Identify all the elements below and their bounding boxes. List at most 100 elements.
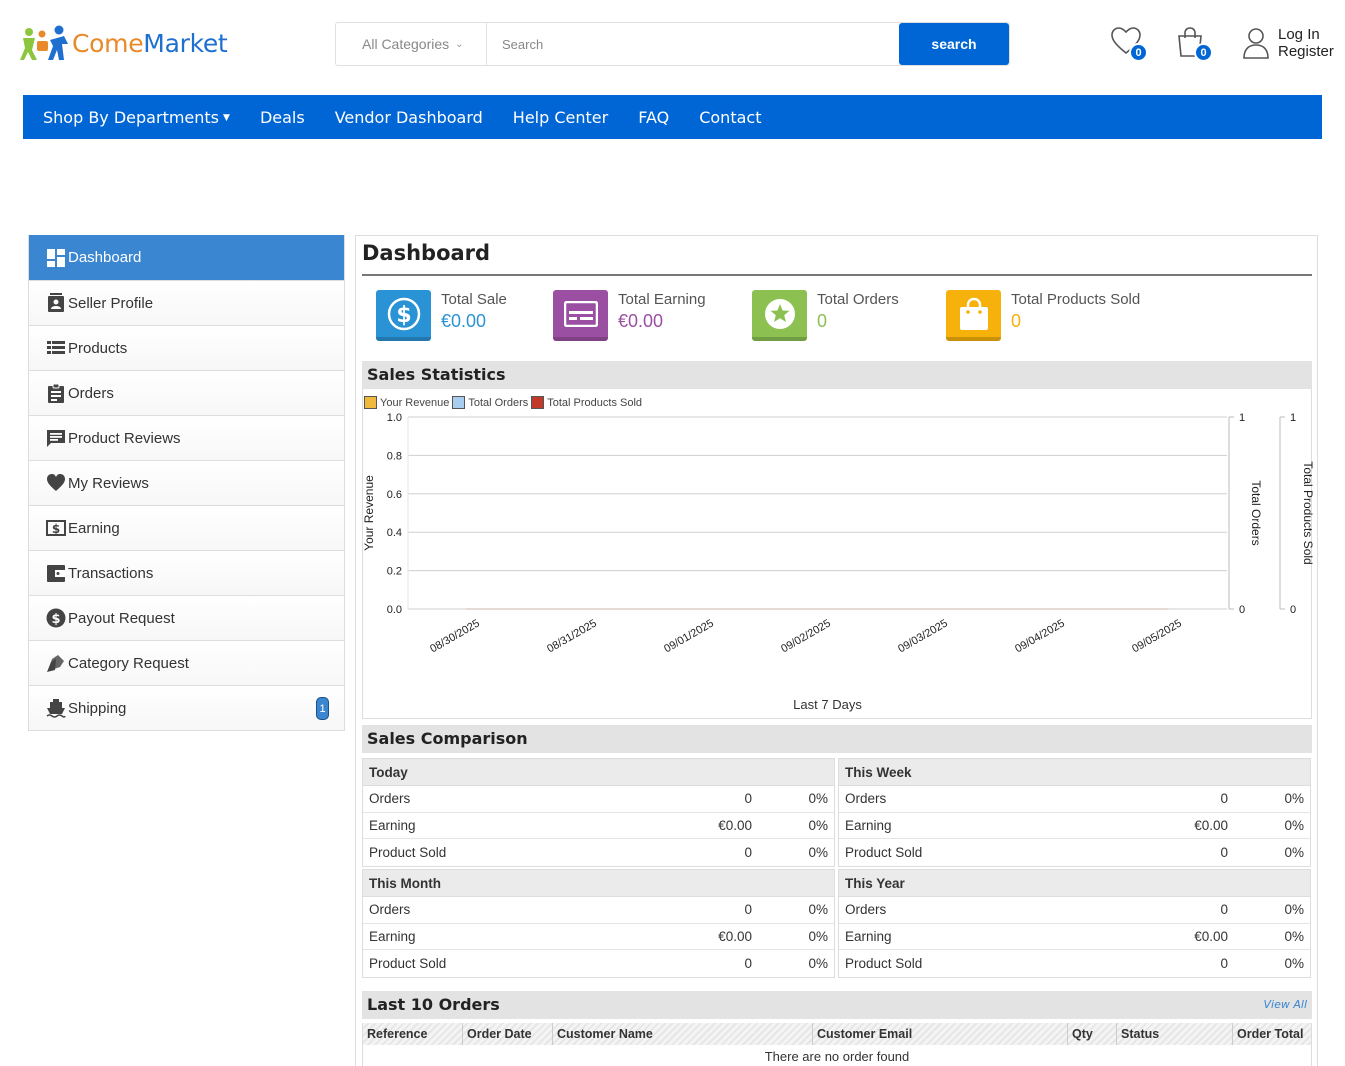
nav-shop-by-departments[interactable]: Shop By Departments ▼ [43,108,230,127]
table-row: Orders 0 0% [839,786,1310,813]
sidebar-item-shipping[interactable]: Shipping 1 [29,685,344,730]
table-row: Earning €0.00 0% [839,813,1310,839]
table-row: Earning €0.00 0% [363,924,834,950]
x-tick-label: 09/05/2025 [1130,617,1184,655]
stat-label: Total Products Sold [1011,291,1141,308]
search-input[interactable] [487,23,899,65]
stat-total-products-sold: Total Products Sold 0 [946,290,1140,341]
nav-faq[interactable]: FAQ [638,108,669,127]
shopping-bag-icon [946,290,1001,341]
svg-text:$: $ [52,522,60,536]
y-tick-label: 0.8 [387,450,402,462]
dollar-coin-icon: $ [46,608,66,628]
y-tick-label: 0.0 [387,604,402,616]
site-header: ComeMarket All Categories ⌄ search 0 0 L… [0,0,1345,90]
table-row: Product Sold 0 0% [369,955,828,971]
y-axis-label: Your Revenue [363,475,376,551]
nav-help-center[interactable]: Help Center [513,108,608,127]
x-tick-label: 09/04/2025 [1013,617,1067,655]
dashboard-panel: Dashboard $ Total Sale €0.00 Total Earni… [355,235,1318,1066]
table-row: Product Sold 0 0% [845,844,1304,860]
sidebar-item-orders[interactable]: Orders [29,370,344,415]
logo-text-market: Market [143,28,228,58]
table-row: Orders 0 0% [363,897,834,924]
sales-statistics-chart: Your Revenue Total Orders Total Products… [362,389,1313,719]
x-tick-label: 08/30/2025 [428,617,482,655]
user-icon [1243,28,1269,59]
y3-tick-label: 0 [1290,604,1296,616]
table-row: Earning €0.00 0% [363,813,834,839]
cart-button[interactable]: 0 [1175,26,1213,62]
sidebar-item-dashboard[interactable]: Dashboard [29,235,344,280]
account-area: Log In Register [1242,26,1334,60]
category-select[interactable]: All Categories ⌄ [336,23,487,65]
x-tick-label: 08/31/2025 [545,617,599,655]
x-axis-label: Last 7 Days [793,697,862,712]
stat-label: Total Orders [817,291,899,308]
comparison-period: This Month [363,870,834,897]
sidebar-item-product-reviews[interactable]: Product Reviews [29,415,344,460]
stat-label: Total Sale [441,291,507,308]
logo[interactable]: ComeMarket [20,24,228,62]
nav-contact[interactable]: Contact [699,108,761,127]
logo-text-come: Come [72,28,144,58]
comparison-today: Today Orders 0 0% Earning €0.00 0% Product S… [362,758,835,867]
column-header[interactable]: Customer Name [553,1023,813,1045]
sidebar-item-earning[interactable]: $ Earning [29,505,344,550]
login-link[interactable]: Log In [1278,26,1334,43]
wallet-icon [46,563,66,583]
comparison-this-month: This Month Orders 0 0% Earning €0.00 0% Prod… [362,869,835,978]
last-orders-header: Last 10 Orders View All [362,991,1312,1019]
sidebar-item-products[interactable]: Products [29,325,344,370]
x-tick-label: 09/03/2025 [896,617,950,655]
y-tick-label: 0.4 [387,527,402,539]
svg-text:$: $ [396,303,411,328]
view-all-link[interactable]: View All [1264,991,1307,1019]
search-bar: All Categories ⌄ search [335,22,1010,66]
nav-vendor-dashboard[interactable]: Vendor Dashboard [335,108,483,127]
column-header[interactable]: Status [1117,1023,1233,1045]
wishlist-count-badge: 0 [1129,43,1148,62]
column-header[interactable]: Order Date [463,1023,553,1045]
stat-value: €0.00 [441,311,487,331]
sidebar-item-payout-request[interactable]: $ Payout Request [29,595,344,640]
vendor-sidebar: Dashboard Seller Profile Products Orders… [28,235,345,731]
stat-value: 0 [1011,311,1022,331]
orders-empty-message: There are no order found [764,1049,910,1064]
y-tick-label: 1.0 [387,412,402,424]
main-nav: Shop By Departments ▼ Deals Vendor Dashbo… [23,95,1322,139]
register-link[interactable]: Register [1278,43,1334,60]
comparison-period: Today [363,759,834,786]
sidebar-item-seller-profile[interactable]: Seller Profile [29,280,344,325]
tag-icon [46,653,66,673]
ship-icon [46,698,66,718]
search-button[interactable]: search [899,23,1009,65]
sidebar-item-category-request[interactable]: Category Request [29,640,344,685]
wishlist-button[interactable]: 0 [1110,26,1148,62]
column-header[interactable]: Order Total [1233,1023,1311,1045]
orders-table: Reference Order Date Customer Name Custo… [362,1023,1312,1066]
category-select-label: All Categories [362,36,450,52]
y-tick-label: 0.2 [387,566,402,578]
table-row: Earning €0.00 0% [839,924,1310,950]
column-header[interactable]: Reference [363,1023,463,1045]
orders-table-header: Reference Order Date Customer Name Custo… [363,1023,1311,1045]
column-header[interactable]: Customer Email [813,1023,1068,1045]
sidebar-item-my-reviews[interactable]: My Reviews [29,460,344,505]
y3-tick-label: 1 [1290,412,1296,424]
y2-axis-label: Total Orders [1249,480,1263,545]
profile-card-icon [46,293,66,313]
column-header[interactable]: Qty [1068,1023,1117,1045]
x-tick-label: 09/02/2025 [779,617,833,655]
stat-total-earning: Total Earning €0.00 [553,290,706,341]
comparison-this-week: This Week Orders 0 0% Earning €0.00 0% Produ… [838,758,1311,867]
y2-tick-label: 0 [1239,604,1245,616]
sidebar-item-transactions[interactable]: Transactions [29,550,344,595]
y3-axis-label: Total Products Sold [1301,461,1313,564]
table-row: Orders 0 0% [839,897,1310,924]
table-row: Orders 0 0% [363,786,834,813]
stat-total-orders: Total Orders 0 [752,290,899,341]
comparison-this-year: This Year Orders 0 0% Earning €0.00 0% Produ… [838,869,1311,978]
stat-value: €0.00 [618,311,664,331]
nav-deals[interactable]: Deals [260,108,305,127]
